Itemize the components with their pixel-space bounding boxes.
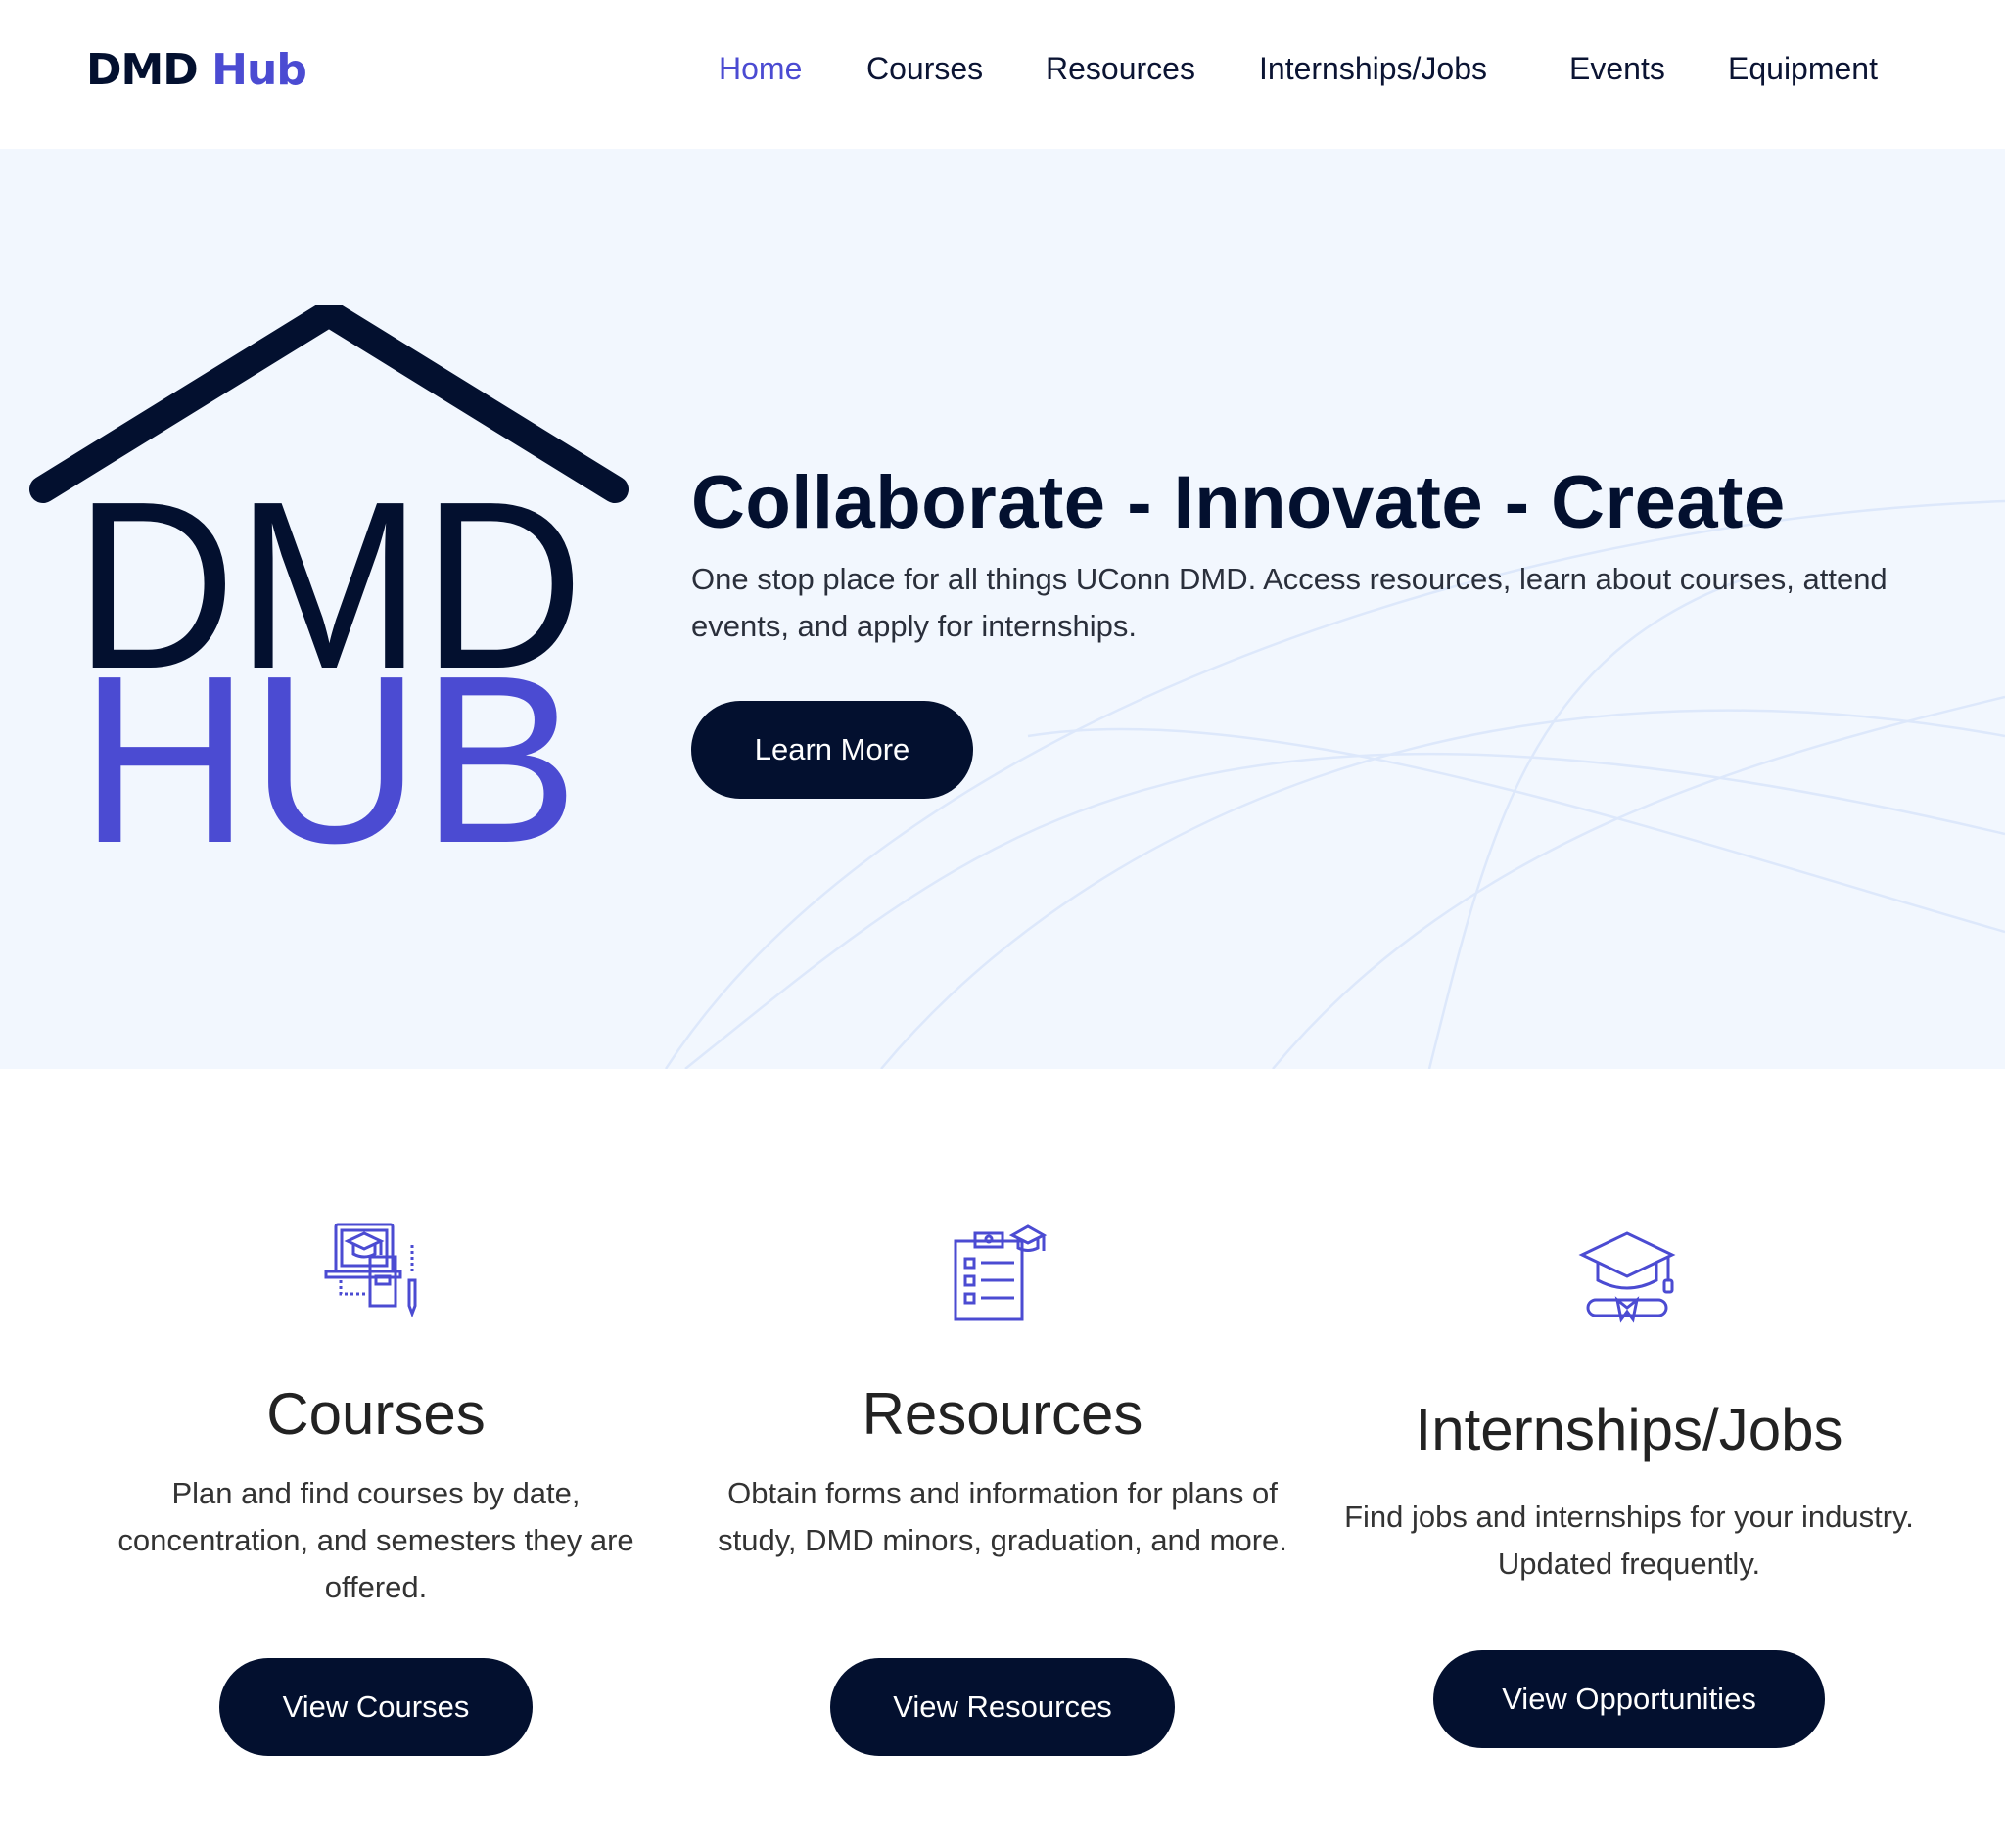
clipboard-checklist-icon: [954, 1224, 1048, 1321]
nav-courses[interactable]: Courses: [866, 51, 983, 87]
feature-title-resources: Resources: [862, 1381, 1143, 1447]
brand-text-hub: Hub: [211, 45, 307, 95]
logo-text-hub: HUB: [79, 625, 579, 854]
hero-title: Collaborate - Innovate - Create: [691, 461, 1786, 544]
brand-logo[interactable]: DMD Hub: [86, 45, 307, 95]
nav-equipment[interactable]: Equipment: [1728, 51, 1878, 87]
hero-description: One stop place for all things UConn DMD.…: [691, 562, 1888, 643]
view-resources-button[interactable]: View Resources: [830, 1658, 1175, 1756]
graduation-cap-diploma-icon: [1578, 1231, 1676, 1323]
site-header: DMD Hub Home Courses Resources Internshi…: [0, 0, 2005, 149]
brand-text-dmd: DMD: [86, 45, 199, 95]
view-courses-button[interactable]: View Courses: [219, 1658, 533, 1756]
nav-internships-jobs[interactable]: Internships/Jobs: [1259, 51, 1487, 87]
nav-events[interactable]: Events: [1569, 51, 1665, 87]
feature-description-internships-jobs: Find jobs and internships for your indus…: [1344, 1500, 1914, 1581]
dmd-hub-logo: DMD HUB: [29, 305, 629, 854]
learn-more-button[interactable]: Learn More: [691, 701, 973, 799]
feature-description-resources: Obtain forms and information for plans o…: [718, 1476, 1287, 1557]
feature-title-internships-jobs: Internships/Jobs: [1415, 1397, 1843, 1462]
laptop-graduation-icon: [324, 1223, 417, 1318]
hero-section: DMD HUB Collaborate - Innovate - Create …: [0, 149, 2005, 1069]
feature-description-courses: Plan and find courses by date, concentra…: [117, 1476, 634, 1604]
nav-home[interactable]: Home: [719, 51, 802, 87]
nav-resources[interactable]: Resources: [1046, 51, 1195, 87]
view-opportunities-button[interactable]: View Opportunities: [1433, 1650, 1825, 1748]
feature-title-courses: Courses: [266, 1381, 486, 1447]
